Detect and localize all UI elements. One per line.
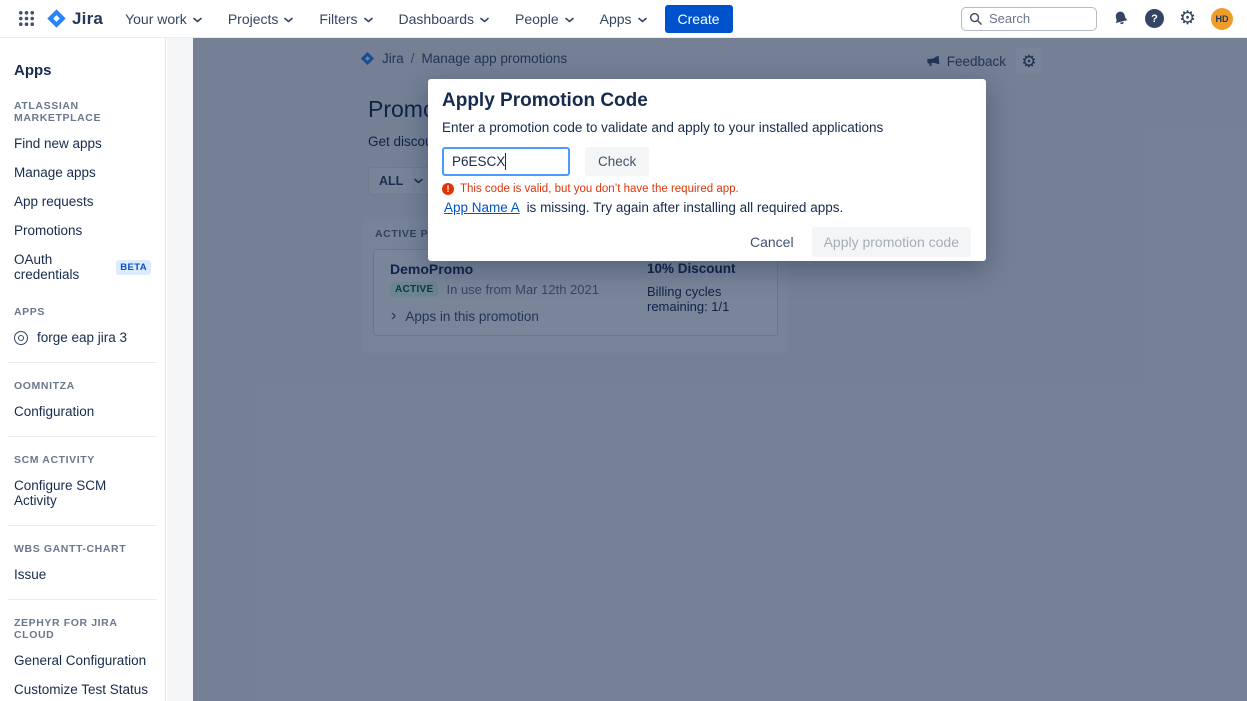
jira-logo-text: Jira bbox=[72, 9, 103, 29]
sidebar-item-configuration[interactable]: Configuration bbox=[0, 397, 165, 426]
nav-projects[interactable]: Projects bbox=[228, 11, 294, 27]
promotion-code-input[interactable] bbox=[442, 147, 570, 176]
validation-error: ! This code is valid, but you don’t have… bbox=[442, 183, 739, 195]
missing-app-line: App Name A is missing. Try again after i… bbox=[444, 200, 843, 215]
sidebar-section-oomnitza: OOMNITZA bbox=[0, 363, 165, 397]
nav-apps[interactable]: Apps bbox=[600, 11, 647, 27]
nav-people[interactable]: People bbox=[515, 11, 574, 27]
sidebar-item-promotions[interactable]: Promotions bbox=[0, 216, 165, 245]
nav-your-work[interactable]: Your work bbox=[125, 11, 202, 27]
sidebar-section-atlassian-marketplace: ATLASSIAN MARKETPLACE bbox=[0, 83, 165, 129]
sidebar-item-forge-eap-jira-3[interactable]: forge eap jira 3 bbox=[0, 323, 165, 352]
help-icon[interactable]: ? bbox=[1145, 9, 1164, 28]
error-message: This code is valid, but you don’t have t… bbox=[460, 183, 739, 195]
sidebar-item-manage-apps[interactable]: Manage apps bbox=[0, 158, 165, 187]
chevron-down-icon bbox=[565, 17, 574, 23]
app-target-icon bbox=[14, 331, 28, 345]
app-switcher-icon[interactable] bbox=[14, 7, 38, 31]
apply-promotion-code-button[interactable]: Apply promotion code bbox=[812, 227, 971, 257]
chevron-down-icon bbox=[480, 17, 489, 23]
user-avatar[interactable]: HD bbox=[1211, 8, 1233, 30]
sidebar: Apps ATLASSIAN MARKETPLACE Find new apps… bbox=[0, 38, 166, 701]
modal-title: Apply Promotion Code bbox=[442, 90, 648, 112]
chevron-down-icon bbox=[284, 17, 293, 23]
sidebar-section-apps: APPS bbox=[0, 289, 165, 323]
promotion-code-field bbox=[442, 147, 570, 176]
sidebar-section-wbs-gantt-chart: WBS GANTT-CHART bbox=[0, 526, 165, 560]
missing-app-link[interactable]: App Name A bbox=[444, 200, 520, 215]
sidebar-section-zephyr: ZEPHYR FOR JIRA CLOUD bbox=[0, 600, 165, 646]
sidebar-title: Apps bbox=[0, 50, 165, 83]
missing-app-text: is missing. Try again after installing a… bbox=[527, 200, 844, 215]
settings-gear-icon[interactable]: ⚙ bbox=[1179, 9, 1196, 28]
topbar-right-group: ? ⚙ HD bbox=[961, 7, 1233, 31]
chevron-down-icon bbox=[364, 17, 373, 23]
search-icon bbox=[969, 12, 982, 30]
chevron-down-icon bbox=[193, 17, 202, 23]
text-caret bbox=[505, 153, 506, 170]
nav-filters[interactable]: Filters bbox=[319, 11, 372, 27]
error-icon: ! bbox=[442, 183, 454, 195]
create-button[interactable]: Create bbox=[665, 5, 733, 33]
modal-description: Enter a promotion code to validate and a… bbox=[442, 120, 883, 135]
jira-logo-icon bbox=[46, 8, 67, 29]
check-button[interactable]: Check bbox=[585, 147, 649, 176]
modal-footer: Cancel Apply promotion code bbox=[742, 227, 971, 257]
sidebar-item-oauth-credentials[interactable]: OAuth credentials BETA bbox=[0, 245, 165, 289]
search-field bbox=[961, 7, 1097, 31]
sidebar-item-customize-test-status[interactable]: Customize Test Status bbox=[0, 675, 165, 701]
nav-dashboards[interactable]: Dashboards bbox=[399, 11, 490, 27]
jira-logo[interactable]: Jira bbox=[46, 8, 103, 29]
primary-nav: Your work Projects Filters Dashboards Pe… bbox=[125, 11, 646, 27]
top-navigation-bar: Jira Your work Projects Filters Dashboar… bbox=[0, 0, 1247, 38]
sidebar-item-issue[interactable]: Issue bbox=[0, 560, 165, 589]
sidebar-section-scm-activity: SCM ACTIVITY bbox=[0, 437, 165, 471]
notifications-icon[interactable] bbox=[1112, 10, 1130, 28]
apply-promotion-code-modal: Apply Promotion Code Enter a promotion c… bbox=[428, 79, 986, 261]
sidebar-item-app-requests[interactable]: App requests bbox=[0, 187, 165, 216]
sidebar-item-find-new-apps[interactable]: Find new apps bbox=[0, 129, 165, 158]
chevron-down-icon bbox=[638, 17, 647, 23]
cancel-button[interactable]: Cancel bbox=[742, 234, 802, 250]
sidebar-item-configure-scm-activity[interactable]: Configure SCM Activity bbox=[0, 471, 165, 515]
beta-badge: BETA bbox=[116, 260, 151, 275]
grid-icon bbox=[18, 10, 35, 27]
sidebar-item-general-configuration[interactable]: General Configuration bbox=[0, 646, 165, 675]
